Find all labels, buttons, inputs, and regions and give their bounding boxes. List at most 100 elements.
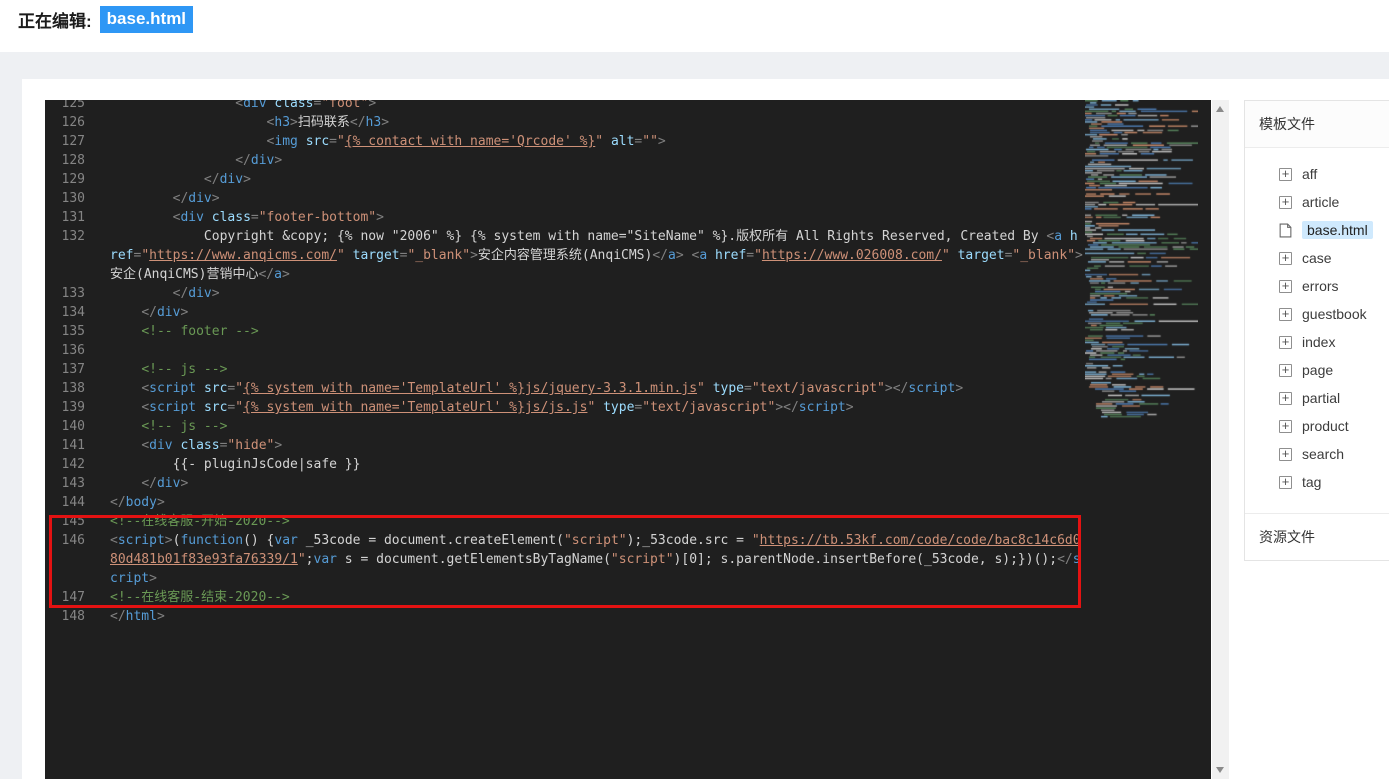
code-editor[interactable]: 125 <div class="foot"> 126 <h3>扫码联系</h3> 1… [45,100,1211,779]
line-number: 127 [61,134,85,149]
sidebar-item-case[interactable]: case [1245,244,1389,272]
line-number: 132 [61,229,85,244]
line-number: 129 [61,172,85,187]
code-text: <script src="{% system with name='Templa… [141,400,854,415]
line-number: 145 [61,514,85,529]
code-line: 148 </html> [45,607,1211,626]
sidebar-item-partial[interactable]: partial [1245,384,1389,412]
resource-files-header[interactable]: 资源文件 [1245,513,1389,560]
expand-plus-icon[interactable] [1279,335,1292,349]
code-line: 131 <div class="footer-bottom"> [45,208,1211,227]
line-number: 130 [61,191,85,206]
expand-plus-icon[interactable] [1279,307,1292,321]
code-line: 127 <img src="{% contact with name='Qrco… [45,132,1211,151]
file-icon [1279,223,1292,237]
code-text: <!-- footer --> [141,324,259,339]
code-line: 136 [45,341,1211,360]
line-number: 140 [61,419,85,434]
line-number: 136 [61,343,85,358]
sidebar-item-article[interactable]: article [1245,188,1389,216]
code-line: 130 </div> [45,189,1211,208]
sidebar-item-tag[interactable]: tag [1245,468,1389,496]
code-text: {{- pluginJsCode|safe }} [172,457,361,472]
file-tree-panel: 模板文件 aff article base.html case errors guestb… [1244,100,1389,561]
line-number: 146 [61,533,85,548]
sidebar-item-index[interactable]: index [1245,328,1389,356]
file-label[interactable]: product [1302,418,1349,434]
line-number: 125 [61,100,85,111]
file-label[interactable]: article [1302,194,1339,210]
code-text: <!-- js --> [141,419,228,434]
code-line: 145 <!--在线客服-开始-2020--> [45,512,1211,531]
file-label[interactable]: index [1302,334,1335,350]
line-number: 126 [61,115,85,130]
line-number: 142 [61,457,85,472]
expand-plus-icon[interactable] [1279,363,1292,377]
file-label[interactable]: tag [1302,474,1321,490]
file-label[interactable]: guestbook [1302,306,1367,322]
sidebar-item-page[interactable]: page [1245,356,1389,384]
line-number: 143 [61,476,85,491]
code-line: 140 <!-- js --> [45,417,1211,436]
code-text: <div class="footer-bottom"> [172,210,384,225]
code-line: 141 <div class="hide"> [45,436,1211,455]
code-text: </html> [110,609,165,624]
expand-plus-icon[interactable] [1279,475,1292,489]
code-text: </div> [141,476,189,491]
editor-scrollbar[interactable] [1212,100,1229,779]
topbar: 正在编辑: base.html [0,0,1389,52]
code-text: <script>(function() {var _53code = docum… [110,533,1081,586]
scroll-down-icon[interactable] [1216,767,1224,773]
expand-plus-icon[interactable] [1279,279,1292,293]
code-line: 142 {{- pluginJsCode|safe }} [45,455,1211,474]
code-line: 132 Copyright &copy; {% now "2006" %} {%… [45,227,1211,284]
file-label[interactable]: partial [1302,390,1340,406]
code-text: </div> [172,286,220,301]
expand-plus-icon[interactable] [1279,167,1292,181]
code-text: </div> [203,172,251,187]
sidebar-item-base-html[interactable]: base.html [1245,216,1389,244]
code-line: 146 <script>(function() {var _53code = do… [45,531,1211,588]
file-label[interactable]: errors [1302,278,1339,294]
sidebar-item-search[interactable]: search [1245,440,1389,468]
code-line: 134 </div> [45,303,1211,322]
code-line: 129 </div> [45,170,1211,189]
expand-plus-icon[interactable] [1279,195,1292,209]
expand-plus-icon[interactable] [1279,419,1292,433]
code-line: 147 <!--在线客服-结束-2020--> [45,588,1211,607]
file-label[interactable]: base.html [1302,221,1373,239]
line-number: 135 [61,324,85,339]
expand-plus-icon[interactable] [1279,251,1292,265]
minimap[interactable] [1085,100,1198,430]
code-line: 135 <!-- footer --> [45,322,1211,341]
code-text: <div class="hide"> [141,438,283,453]
code-text: <!--在线客服-结束-2020--> [110,590,290,605]
code-line: 138 <script src="{% system with name='Te… [45,379,1211,398]
sidebar-item-product[interactable]: product [1245,412,1389,440]
expand-plus-icon[interactable] [1279,391,1292,405]
file-label[interactable]: search [1302,446,1344,462]
code-text: </div> [172,191,220,206]
code-text: <script src="{% system with name='Templa… [141,381,964,396]
code-line: 133 </div> [45,284,1211,303]
file-label[interactable]: aff [1302,166,1317,182]
line-number: 148 [61,609,85,624]
code-text: <div class="foot"> [235,100,377,111]
line-number: 147 [61,590,85,605]
sidebar-item-errors[interactable]: errors [1245,272,1389,300]
file-label[interactable]: case [1302,250,1332,266]
code-line: 126 <h3>扫码联系</h3> [45,113,1211,132]
sidebar-item-guestbook[interactable]: guestbook [1245,300,1389,328]
file-label[interactable]: page [1302,362,1333,378]
line-number: 137 [61,362,85,377]
scroll-up-icon[interactable] [1216,106,1224,112]
code-text: </div> [141,305,189,320]
content-card: 125 <div class="foot"> 126 <h3>扫码联系</h3> 1… [22,79,1389,779]
expand-plus-icon[interactable] [1279,447,1292,461]
sidebar-item-aff[interactable]: aff [1245,160,1389,188]
code-text: </body> [110,495,165,510]
template-file-list: aff article base.html case errors guestbook in… [1245,160,1389,496]
code-line: 139 <script src="{% system with name='Te… [45,398,1211,417]
page-title: 正在编辑: [18,12,92,31]
